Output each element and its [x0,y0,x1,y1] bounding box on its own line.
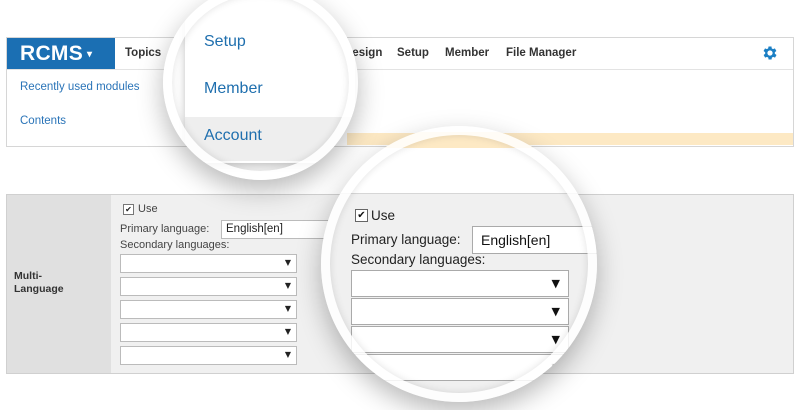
zoom-lens-multilanguage: ✔ Use Primary language: English[en] Seco… [321,126,597,402]
lens-notice-bar [321,132,597,148]
select-arrow-icon: ▼ [284,258,291,267]
use-checkbox-zoomed[interactable]: ✔ [355,209,368,222]
select-arrow-icon: ▼ [284,350,291,359]
lens-header-strip [321,126,597,194]
select-arrow-icon: ▼ [284,281,291,290]
nav-setup[interactable]: Setup [397,38,429,69]
recently-used-modules-link[interactable]: Recently used modules [20,81,140,93]
use-label-zoomed: Use [371,208,396,223]
secondary-language-select[interactable]: ▼ [120,277,297,296]
multilanguage-label: Multi- Language [14,270,64,295]
primary-language-input-zoomed[interactable]: English[en] [472,226,597,254]
primary-language-label-zoomed: Primary language: [351,232,461,247]
secondary-language-select[interactable]: ▼ [120,346,297,365]
primary-language-label: Primary language: [120,223,210,235]
gear-icon[interactable] [761,44,779,62]
secondary-languages-label: Secondary languages: [120,239,230,251]
secondary-language-select-zoomed[interactable]: ▼ [351,270,569,297]
logo-caret-icon: ▾ [87,49,93,60]
select-arrow-icon: ▼ [551,305,560,318]
settings-label-cell: Multi- Language [7,195,111,373]
select-arrow-icon: ▼ [551,361,560,374]
select-arrow-icon: ▼ [551,277,560,290]
select-arrow-icon: ▼ [551,333,560,346]
use-label: Use [138,203,158,215]
secondary-language-select[interactable]: ▼ [120,300,297,319]
nav-file-manager[interactable]: File Manager [506,38,576,69]
secondary-language-select[interactable]: ▼ [120,323,297,342]
secondary-language-select-zoomed[interactable]: ▼ [351,354,569,381]
menu-item-account[interactable]: Account [204,127,262,145]
use-checkbox[interactable]: ✔ [123,204,134,215]
secondary-language-select-zoomed[interactable]: ▼ [351,298,569,325]
rcms-logo-menu[interactable]: RCMS ▾ [7,38,115,69]
logo-text: RCMS [20,42,84,65]
select-arrow-icon: ▼ [284,304,291,313]
contents-link[interactable]: Contents [20,115,66,127]
menu-item-member[interactable]: Member [204,80,263,98]
menu-item-setup[interactable]: Setup [204,33,246,51]
secondary-language-select[interactable]: ▼ [120,254,297,273]
top-navigation-bar: RCMS▾ Topics C Design Setup Member File … [7,38,793,70]
secondary-language-select-zoomed[interactable]: ▼ [351,326,569,353]
primary-language-input[interactable]: English[en] [221,220,331,239]
nav-topics[interactable]: Topics [125,38,161,69]
select-arrow-icon: ▼ [284,327,291,336]
nav-member[interactable]: Member [445,38,489,69]
secondary-languages-label-zoomed: Secondary languages: [351,252,486,267]
